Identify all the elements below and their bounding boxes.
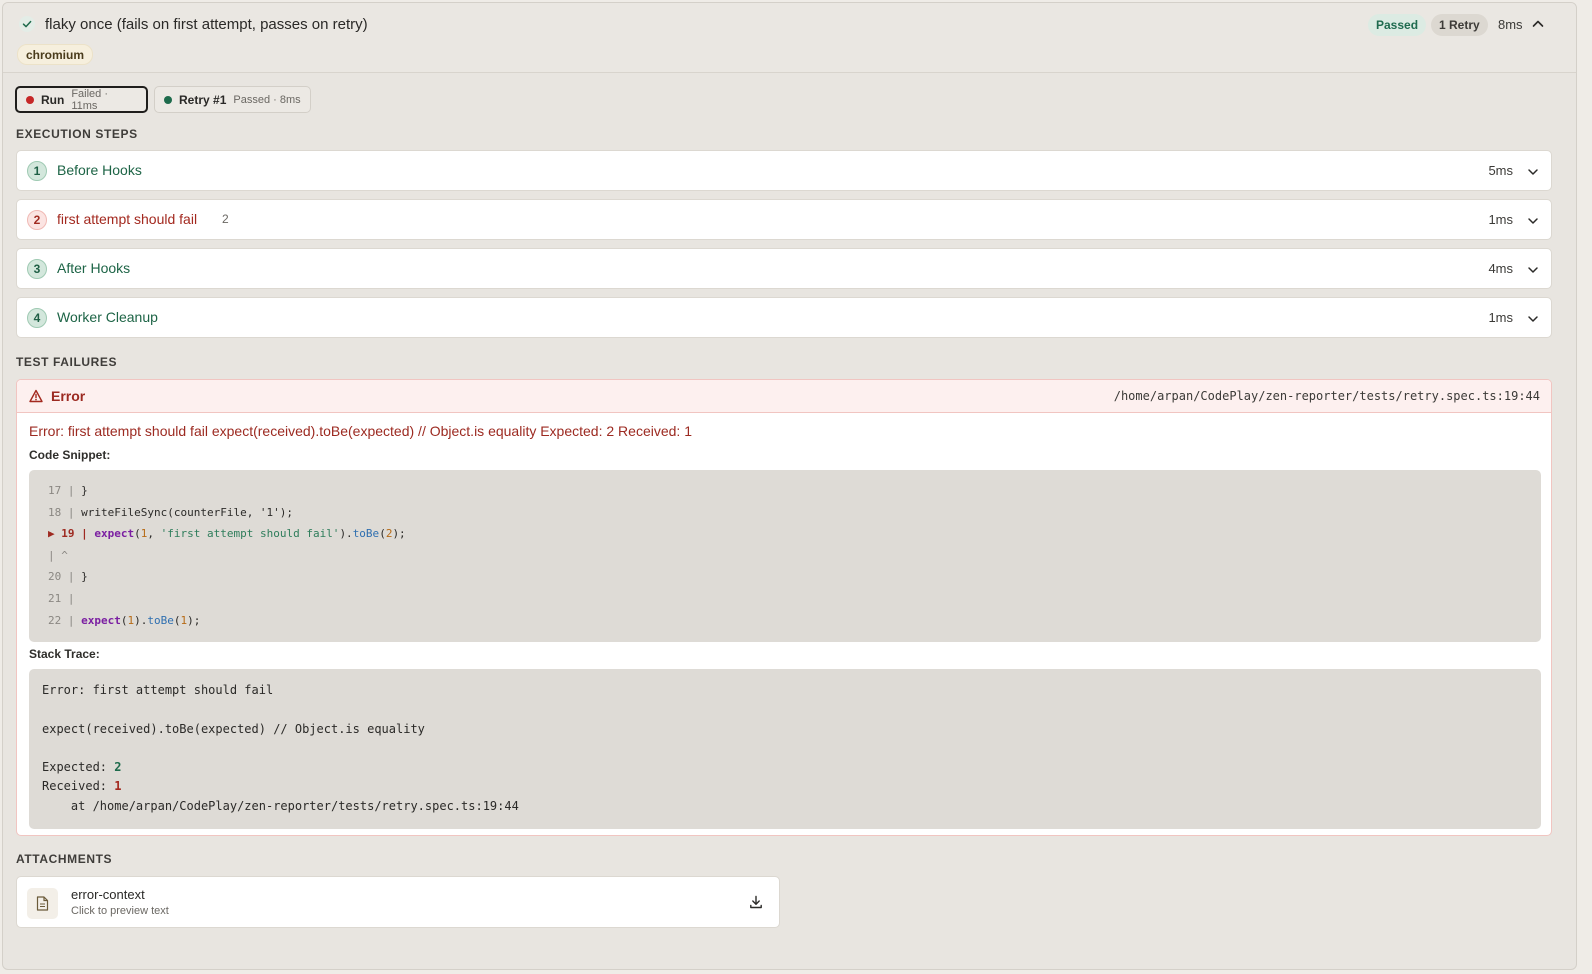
stack-blank	[42, 739, 1541, 758]
step-count: 2	[222, 212, 229, 226]
test-failures-heading: TEST FAILURES	[16, 355, 118, 369]
status-badge: Passed	[1368, 14, 1427, 36]
error-message: Error: first attempt should fail expect(…	[29, 423, 692, 439]
stack-received: Received: 1	[42, 779, 122, 794]
tab-retry-1[interactable]: Retry #1 Passed · 8ms	[154, 86, 311, 113]
tab-run-label: Run	[40, 92, 65, 107]
stack-blank	[42, 700, 1541, 719]
step-number: 1	[27, 161, 47, 181]
stack-expected: Expected: 2	[42, 760, 122, 775]
failure-panel: Error /home/arpan/CodePlay/zen-reporter/…	[16, 379, 1552, 836]
chevron-down-icon[interactable]	[1527, 214, 1539, 232]
step-duration: 5ms	[1488, 163, 1513, 178]
test-result-card: flaky once (fails on first attempt, pass…	[2, 2, 1577, 970]
tab-retry-label: Retry #1	[179, 92, 227, 107]
execution-steps-heading: EXECUTION STEPS	[16, 127, 138, 141]
step-number: 4	[27, 308, 47, 328]
stack-line: Error: first attempt should fail	[42, 683, 274, 697]
chevron-down-icon[interactable]	[1527, 165, 1539, 183]
browser-tag: chromium	[17, 44, 94, 65]
step-duration: 4ms	[1488, 261, 1513, 276]
error-label: Error	[51, 388, 86, 404]
tab-retry-meta: Passed · 8ms	[233, 93, 301, 106]
chevron-down-icon[interactable]	[1527, 312, 1539, 330]
test-duration: 8ms	[1498, 17, 1523, 32]
tab-run[interactable]: Run Failed · 11ms	[15, 86, 148, 113]
failed-status-dot	[26, 95, 34, 104]
warning-icon	[29, 389, 43, 408]
tab-run-meta: Failed · 11ms	[71, 87, 108, 112]
code-line: 20 | }	[48, 570, 88, 584]
step-number: 3	[27, 259, 47, 279]
code-line: 22 | expect(1).toBe(1);	[48, 613, 201, 627]
step-duration: 1ms	[1488, 212, 1513, 227]
code-line: 17 | }	[48, 484, 88, 497]
attachment-hint: Click to preview text	[71, 905, 169, 917]
attachments-heading: ATTACHMENTS	[16, 852, 113, 866]
test-title: flaky once (fails on first attempt, pass…	[45, 16, 368, 33]
code-caret-line: | ^	[48, 548, 68, 562]
chevron-up-icon[interactable]	[1531, 17, 1545, 36]
file-text-icon	[27, 888, 58, 919]
step-label: first attempt should fail	[57, 211, 198, 227]
chevron-down-icon[interactable]	[1527, 263, 1539, 281]
code-line: 21 |	[48, 591, 75, 605]
check-icon	[19, 16, 35, 32]
stack-trace: Error: first attempt should fail expect(…	[29, 669, 1541, 829]
step-label: After Hooks	[57, 260, 131, 276]
step-duration: 1ms	[1488, 310, 1513, 325]
step-label: Worker Cleanup	[57, 309, 158, 325]
test-header[interactable]: flaky once (fails on first attempt, pass…	[3, 3, 1576, 73]
step-before-hooks[interactable]: 1 Before Hooks 5ms	[16, 150, 1552, 191]
code-line-highlighted: ▶ 19 | expect(1, 'first attempt should f…	[48, 527, 406, 541]
code-snippet: 17 | } 18 | writeFileSync(counterFile, '…	[29, 470, 1541, 642]
passed-status-dot	[164, 95, 172, 104]
code-line: 18 | writeFileSync(counterFile, '1');	[48, 505, 294, 519]
failure-header: Error /home/arpan/CodePlay/zen-reporter/…	[17, 380, 1551, 413]
step-first-attempt-should-fail[interactable]: 2 first attempt should fail 2 1ms	[16, 199, 1552, 240]
stack-location: at /home/arpan/CodePlay/zen-reporter/tes…	[42, 798, 519, 813]
download-icon[interactable]	[749, 895, 763, 914]
step-label: Before Hooks	[57, 162, 142, 178]
step-number: 2	[27, 210, 47, 230]
attachment-name: error-context	[71, 887, 145, 902]
step-after-hooks[interactable]: 3 After Hooks 4ms	[16, 248, 1552, 289]
attachment-error-context[interactable]: error-context Click to preview text	[16, 876, 780, 928]
error-location[interactable]: /home/arpan/CodePlay/zen-reporter/tests/…	[1114, 389, 1540, 403]
step-worker-cleanup[interactable]: 4 Worker Cleanup 1ms	[16, 297, 1552, 338]
code-snippet-label: Code Snippet:	[29, 448, 111, 462]
stack-trace-label: Stack Trace:	[29, 647, 100, 661]
retry-badge: 1 Retry	[1431, 14, 1488, 36]
stack-line: expect(received).toBe(expected) // Objec…	[42, 721, 425, 736]
